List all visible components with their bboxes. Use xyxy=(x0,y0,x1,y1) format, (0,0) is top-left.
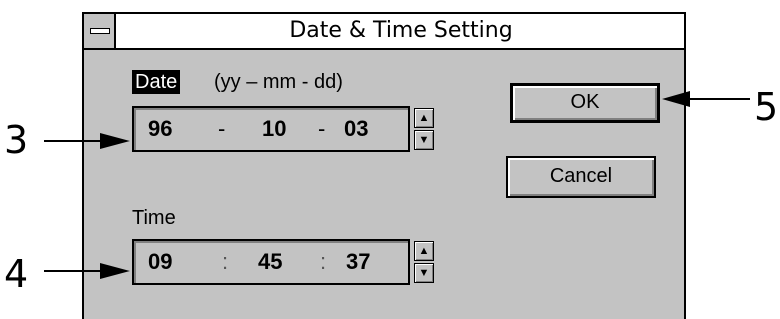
callout-arrow-3 xyxy=(44,133,130,149)
callout-arrow-5 xyxy=(662,91,750,107)
callout-arrows xyxy=(44,91,750,279)
callout-arrow-4 xyxy=(44,263,130,279)
